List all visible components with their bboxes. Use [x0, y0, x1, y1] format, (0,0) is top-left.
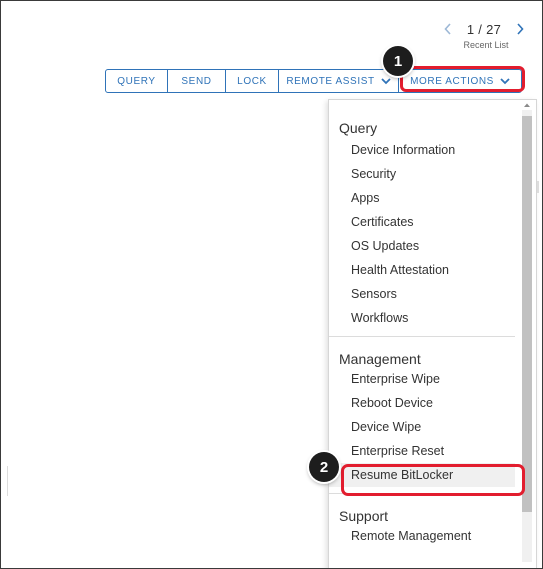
menu-item-device-wipe[interactable]: Device Wipe	[329, 415, 515, 439]
recent-list-label: Recent List	[463, 40, 509, 50]
remote-assist-label: REMOTE ASSIST	[286, 75, 375, 87]
action-toolbar: QUERY SEND LOCK REMOTE ASSIST MORE ACTIO…	[105, 69, 522, 93]
more-actions-button[interactable]: MORE ACTIONS	[399, 70, 521, 92]
menu-item-sensors[interactable]: Sensors	[329, 282, 515, 306]
lock-button[interactable]: LOCK	[226, 70, 279, 92]
more-actions-label: MORE ACTIONS	[410, 75, 494, 87]
menu-item-enterprise-wipe[interactable]: Enterprise Wipe	[329, 367, 515, 391]
scroll-up-arrow-icon[interactable]	[522, 100, 532, 110]
app-window: 1 / 27 Recent List QUERY SEND LOCK REMOT…	[0, 0, 543, 569]
chevron-down-icon	[500, 77, 510, 85]
menu-item-security[interactable]: Security	[329, 162, 515, 186]
query-button[interactable]: QUERY	[106, 70, 168, 92]
scrollbar-thumb[interactable]	[522, 116, 532, 512]
send-button[interactable]: SEND	[168, 70, 226, 92]
chevron-right-icon[interactable]	[513, 20, 527, 38]
dropdown-menu-list: Query Device Information Security Apps C…	[329, 100, 515, 548]
pager-count: 1 / 27	[466, 21, 502, 37]
menu-item-enterprise-reset[interactable]: Enterprise Reset	[329, 439, 515, 463]
step-badge-1: 1	[383, 46, 413, 76]
edge-mark	[7, 466, 8, 496]
menu-item-os-updates[interactable]: OS Updates	[329, 234, 515, 258]
chevron-left-icon[interactable]	[441, 20, 455, 38]
menu-item-certificates[interactable]: Certificates	[329, 210, 515, 234]
menu-item-remote-management[interactable]: Remote Management	[329, 524, 515, 548]
more-actions-dropdown: Query Device Information Security Apps C…	[328, 99, 537, 568]
section-header-management: Management	[339, 351, 421, 367]
edge-mark	[537, 181, 539, 193]
menu-item-apps[interactable]: Apps	[329, 186, 515, 210]
section-header-query: Query	[339, 120, 378, 136]
menu-item-reboot-device[interactable]: Reboot Device	[329, 391, 515, 415]
pager: 1 / 27	[441, 19, 527, 39]
remote-assist-button[interactable]: REMOTE ASSIST	[279, 70, 399, 92]
menu-item-resume-bitlocker[interactable]: Resume BitLocker	[329, 463, 515, 487]
menu-divider	[329, 336, 515, 337]
menu-divider	[329, 493, 515, 494]
menu-item-device-information[interactable]: Device Information	[329, 138, 515, 162]
dropdown-scrollbar[interactable]	[522, 110, 532, 562]
menu-item-health-attestation[interactable]: Health Attestation	[329, 258, 515, 282]
step-badge-2: 2	[309, 452, 339, 482]
section-header-support: Support	[339, 508, 389, 524]
chevron-down-icon	[381, 77, 391, 85]
menu-item-workflows[interactable]: Workflows	[329, 306, 515, 330]
